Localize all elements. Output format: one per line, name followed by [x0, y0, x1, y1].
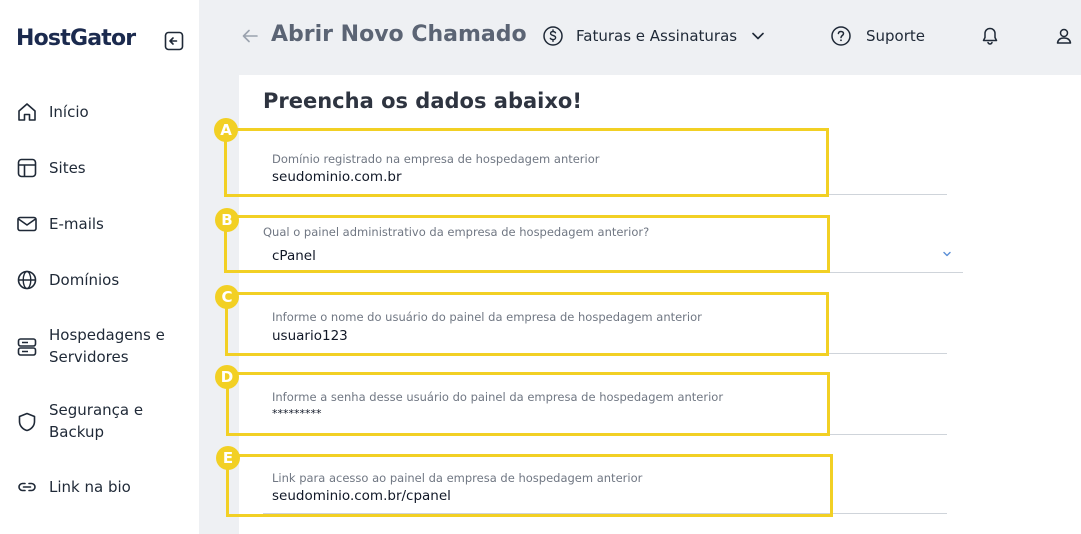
- mail-icon: [17, 216, 37, 232]
- chevron-down-icon[interactable]: [942, 250, 952, 258]
- badge-a: A: [214, 118, 238, 142]
- sidebar-item-link-na-bio[interactable]: Link na bio: [16, 476, 179, 498]
- logo[interactable]: HostGator: [16, 26, 136, 51]
- highlight-box-d: [226, 372, 830, 436]
- sidebar-item-label: Domínios: [49, 271, 120, 289]
- logo-text: HostGator: [16, 26, 136, 51]
- form-title: Preencha os dados abaixo!: [263, 89, 582, 113]
- sidebar-item-inicio[interactable]: Início: [16, 101, 179, 123]
- badge-c: C: [215, 285, 239, 309]
- sidebar-item-label: Hospedagens e Servidores: [49, 326, 165, 366]
- badge-e: E: [216, 446, 240, 470]
- support-label: Suporte: [866, 27, 926, 45]
- sidebar-item-emails[interactable]: E-mails: [16, 213, 179, 235]
- badge-d: D: [215, 365, 239, 389]
- sidebar-item-dominios[interactable]: Domínios: [16, 269, 179, 291]
- sidebar: HostGator Início Sites E-mails Domínios: [0, 0, 199, 534]
- sidebar-item-label: Início: [49, 103, 89, 121]
- server-icon: [17, 338, 37, 356]
- top-header: Abrir Novo Chamado Faturas e Assinaturas…: [199, 0, 1081, 75]
- home-icon: [18, 103, 36, 121]
- sidebar-item-label: Segurança e Backup: [49, 401, 144, 441]
- bell-icon[interactable]: [980, 26, 1000, 46]
- layout-icon: [17, 158, 37, 178]
- shield-icon: [18, 412, 36, 432]
- sidebar-item-seguranca[interactable]: Segurança e Backup: [16, 399, 179, 443]
- sidebar-item-label: Link na bio: [49, 478, 131, 496]
- billing-menu[interactable]: Faturas e Assinaturas: [542, 25, 765, 47]
- chevron-down-icon: [752, 32, 764, 40]
- user-icon[interactable]: [1054, 26, 1074, 46]
- link-icon: [18, 482, 36, 492]
- sidebar-item-sites[interactable]: Sites: [16, 157, 179, 179]
- highlight-box-c: [225, 292, 829, 356]
- sidebar-item-label: Sites: [49, 159, 86, 177]
- dollar-circle-icon: [543, 26, 563, 46]
- highlight-box-b: [224, 215, 830, 273]
- sidebar-item-label: E-mails: [49, 215, 104, 233]
- collapse-sidebar-icon[interactable]: [164, 31, 184, 51]
- support-link[interactable]: Suporte: [830, 25, 925, 47]
- help-circle-icon: [831, 26, 851, 46]
- highlight-box-e: [226, 454, 833, 517]
- sidebar-item-hospedagens[interactable]: Hospedagens e Servidores: [16, 324, 179, 368]
- globe-icon: [17, 270, 37, 290]
- highlight-box-a: [224, 128, 829, 197]
- badge-b: B: [215, 208, 239, 232]
- back-arrow-icon[interactable]: [241, 27, 259, 45]
- page-title: Abrir Novo Chamado: [271, 22, 527, 47]
- billing-label: Faturas e Assinaturas: [576, 27, 738, 45]
